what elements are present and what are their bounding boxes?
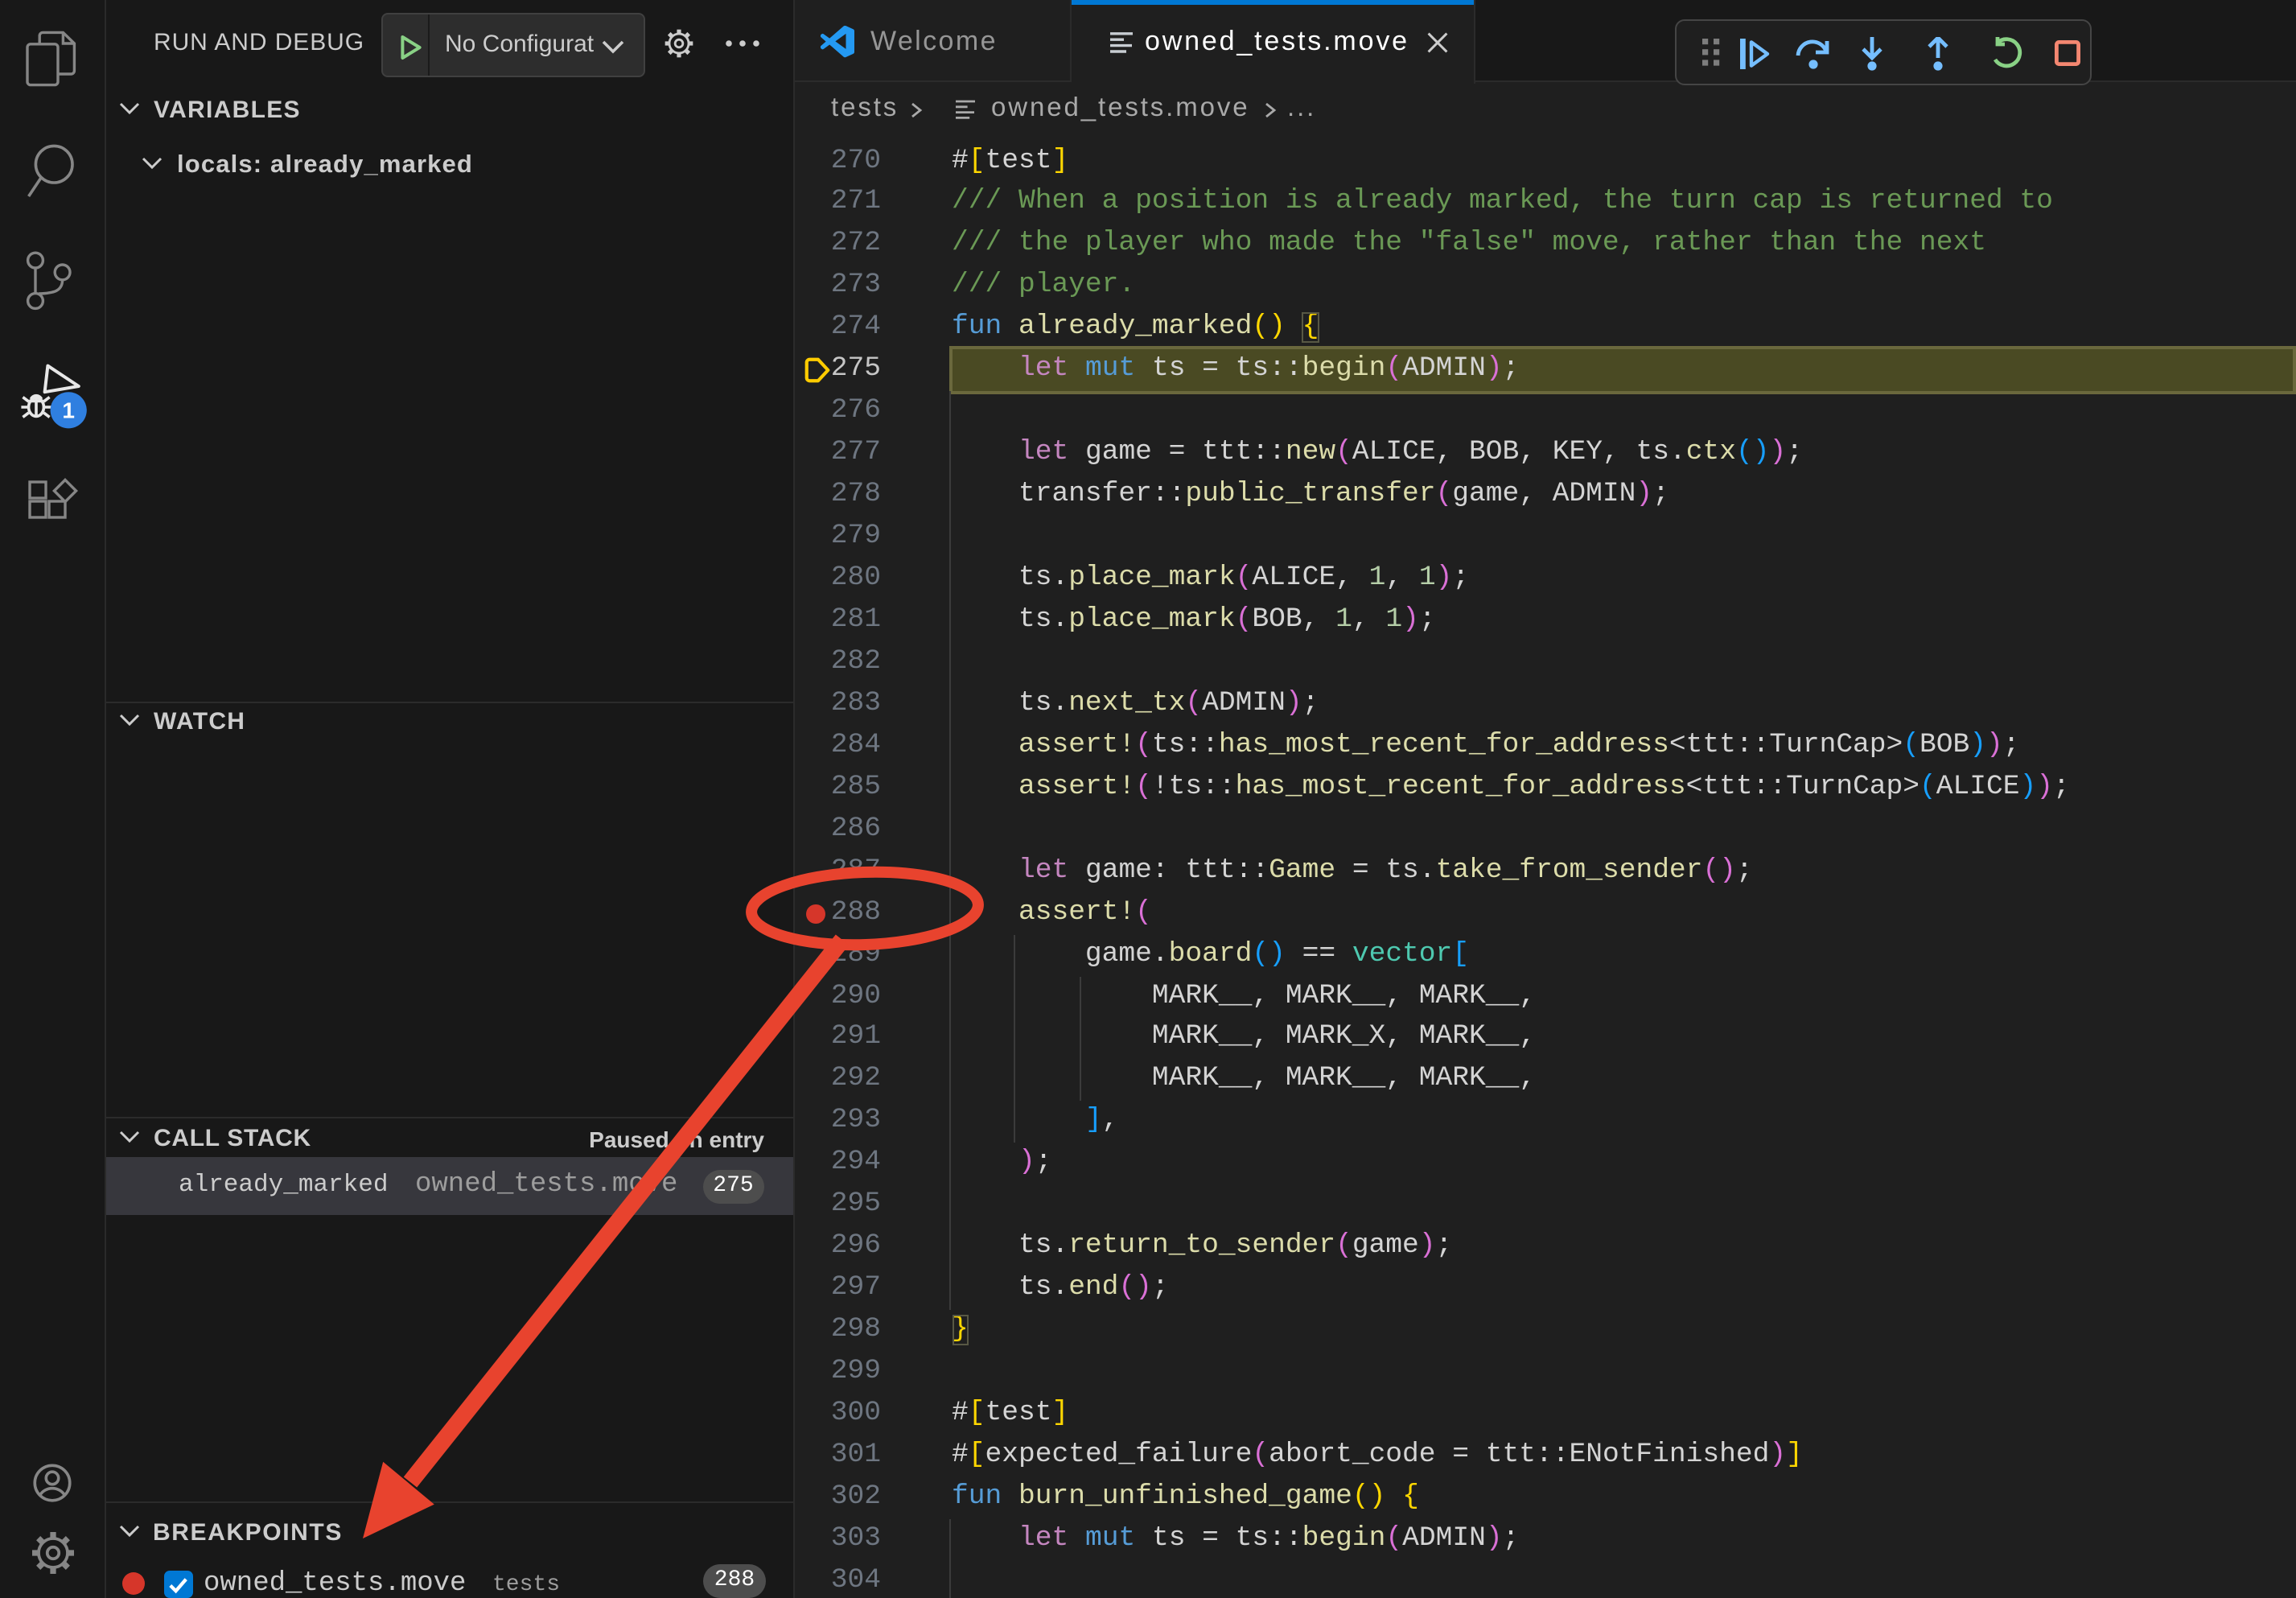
svg-text:1: 1	[62, 398, 75, 423]
